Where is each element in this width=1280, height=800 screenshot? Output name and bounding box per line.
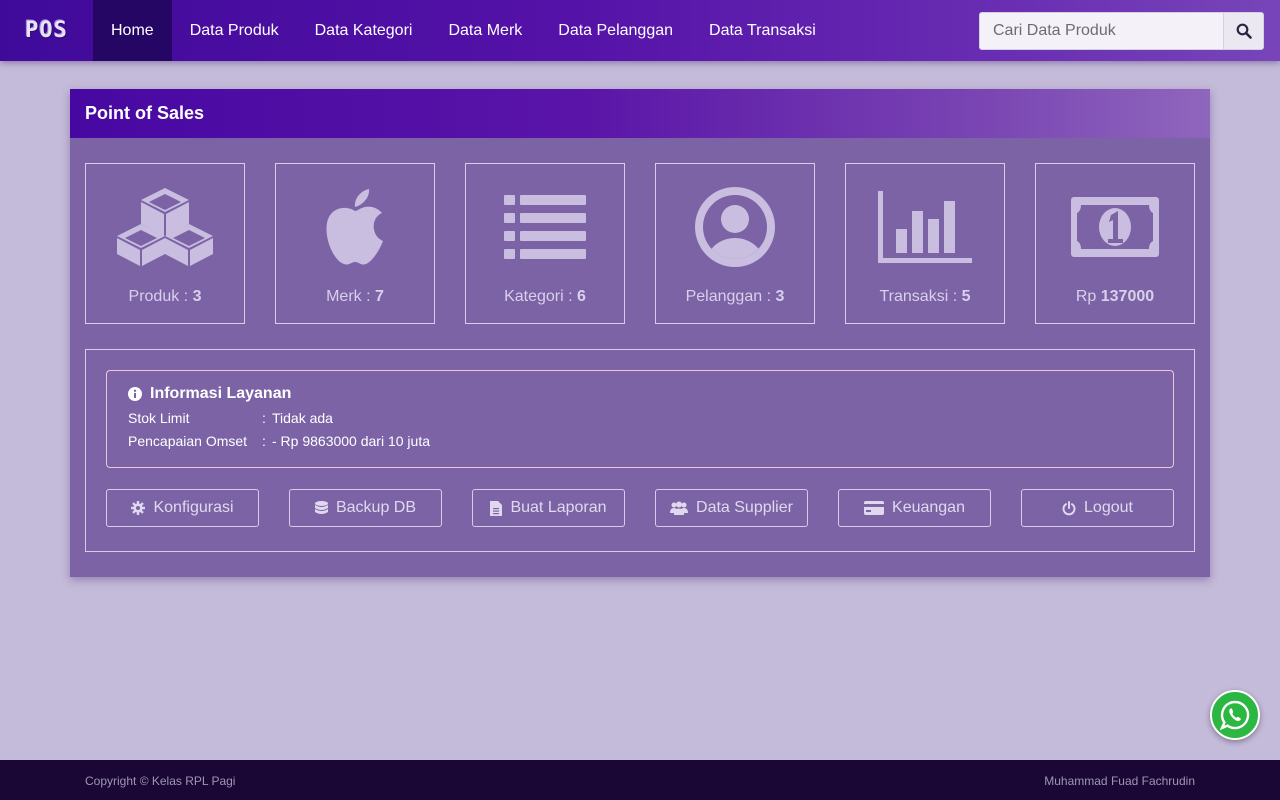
whatsapp-button[interactable]	[1210, 690, 1260, 740]
info-sep: :	[262, 410, 266, 426]
stat-label: Pelanggan :	[685, 288, 776, 305]
data-supplier-button[interactable]: Data Supplier	[655, 489, 808, 527]
stat-merk[interactable]: Merk : 7	[275, 163, 435, 324]
info-key: Pencapaian Omset	[128, 433, 248, 449]
stat-value: 3	[775, 288, 785, 305]
info-sep: :	[262, 433, 266, 449]
button-label: Backup DB	[335, 499, 417, 516]
stat-label: Kategori :	[504, 288, 578, 305]
nav-item-home[interactable]: Home	[93, 0, 172, 61]
button-label: Logout	[1084, 499, 1133, 516]
search-button[interactable]	[1223, 12, 1264, 50]
nav-item-data-merk[interactable]: Data Merk	[430, 0, 540, 61]
button-label: Buat Laporan	[510, 499, 607, 516]
user-circle-icon	[695, 187, 775, 267]
info-row-stok: Stok Limit : Tidak ada	[128, 410, 1152, 426]
backup-db-button[interactable]: Backup DB	[289, 489, 442, 527]
stat-value: 5	[961, 288, 971, 305]
footer-copyright: Copyright © Kelas RPL Pagi	[85, 774, 236, 788]
footer-author: Muhammad Fuad Fachrudin	[1044, 774, 1195, 788]
stat-keuangan[interactable]: Rp 137000	[1035, 163, 1195, 324]
credit-card-icon	[864, 501, 885, 515]
info-icon	[128, 387, 142, 401]
info-row-omset: Pencapaian Omset : - Rp 9863000 dari 10 …	[128, 433, 1152, 449]
stat-value: 6	[577, 288, 586, 305]
stat-transaksi[interactable]: Transaksi : 5	[845, 163, 1005, 324]
panel-title: Point of Sales	[70, 89, 1210, 138]
info-value: Tidak ada	[272, 410, 333, 426]
list-icon	[504, 195, 586, 259]
cubes-icon	[117, 188, 213, 266]
nav-item-data-pelanggan[interactable]: Data Pelanggan	[540, 0, 691, 61]
search-input[interactable]	[979, 12, 1223, 50]
service-box: Informasi Layanan Stok Limit : Tidak ada…	[85, 349, 1195, 552]
search-icon	[1236, 23, 1252, 39]
nav-item-data-transaksi[interactable]: Data Transaksi	[691, 0, 834, 61]
stat-value: 137000	[1100, 288, 1155, 305]
stat-kategori[interactable]: Kategori : 6	[465, 163, 625, 324]
button-label: Data Supplier	[696, 499, 793, 516]
search-form	[979, 12, 1264, 50]
info-layanan-alert: Informasi Layanan Stok Limit : Tidak ada…	[106, 370, 1174, 468]
info-title: Informasi Layanan	[150, 385, 292, 402]
database-icon	[314, 500, 328, 514]
apple-icon	[326, 189, 383, 265]
brand-logo[interactable]: POS	[0, 0, 93, 61]
stat-pelanggan[interactable]: Pelanggan : 3	[655, 163, 815, 324]
buat-laporan-button[interactable]: Buat Laporan	[472, 489, 625, 527]
stat-label: Transaksi :	[879, 288, 962, 305]
logout-button[interactable]: Logout	[1021, 489, 1174, 527]
nav-menu: Home Data Produk Data Kategori Data Merk…	[93, 0, 834, 61]
konfigurasi-button[interactable]: Konfigurasi	[106, 489, 259, 527]
bar-chart-icon	[878, 191, 972, 263]
file-icon	[490, 500, 503, 516]
power-icon	[1062, 500, 1076, 515]
info-key: Stok Limit	[128, 410, 190, 426]
stat-label: Produk :	[128, 288, 193, 305]
button-label: Keuangan	[892, 499, 965, 516]
stat-value: 3	[192, 288, 202, 305]
whatsapp-icon	[1220, 700, 1250, 730]
page-footer: Copyright © Kelas RPL Pagi Muhammad Fuad…	[0, 760, 1280, 800]
gear-icon	[131, 501, 146, 515]
top-navbar: POS Home Data Produk Data Kategori Data …	[0, 0, 1280, 61]
button-label: Konfigurasi	[153, 499, 234, 516]
stat-label: Merk :	[326, 288, 375, 305]
nav-item-data-produk[interactable]: Data Produk	[172, 0, 297, 61]
stat-label: Rp	[1075, 288, 1101, 305]
stat-value: 7	[374, 288, 384, 305]
info-value: - Rp 9863000 dari 10 juta	[272, 433, 430, 449]
money-icon	[1071, 197, 1159, 257]
stat-produk[interactable]: Produk : 3	[85, 163, 245, 324]
keuangan-button[interactable]: Keuangan	[838, 489, 991, 527]
nav-item-data-kategori[interactable]: Data Kategori	[297, 0, 431, 61]
users-icon	[670, 501, 689, 515]
main-panel: Point of Sales Produk: 3 Merk: 7 Kateg…	[70, 89, 1210, 577]
